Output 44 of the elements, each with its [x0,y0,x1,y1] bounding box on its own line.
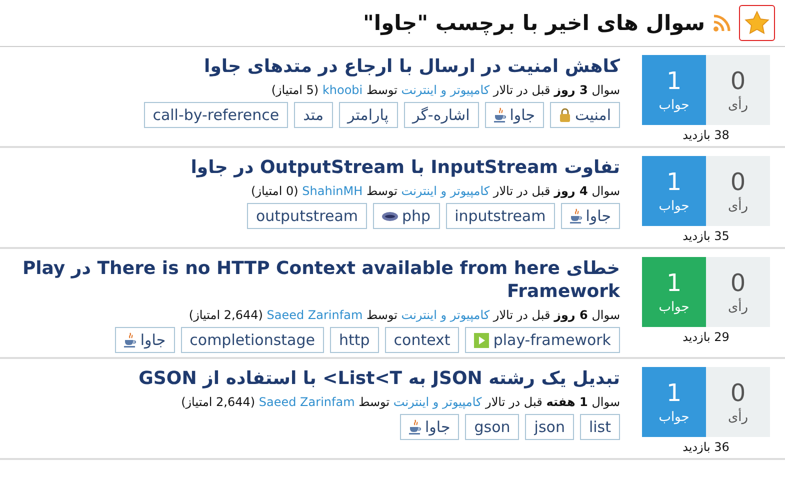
tag-link[interactable]: متد [294,102,332,128]
user-link[interactable]: ShahinMH [302,184,363,198]
question-title[interactable]: کاهش امنیت در ارسال با ارجاع در متدهای جاوا [10,55,620,78]
coffee-cup-icon [570,208,582,224]
category-link[interactable]: کامپیوتر و اینترنت [401,184,490,198]
user-link[interactable]: Saeed Zarinfam [266,308,363,322]
view-count: 36 بازدید [682,440,730,454]
tag-link[interactable]: php [373,203,440,229]
view-count: 29 بازدید [682,330,730,344]
question-title[interactable]: تفاوت InputStream با OutputStream در جاوا [10,156,620,179]
coffee-cup-icon [124,332,136,348]
user-link[interactable]: Saeed Zarinfam [258,395,355,409]
tag-link[interactable]: امنیت [550,102,620,128]
play-icon [474,332,490,348]
category-link[interactable]: کامپیوتر و اینترنت [401,308,490,322]
tag-link[interactable]: جاوا [115,327,175,353]
page-title: سوال های اخیر با برچسب "جاوا" [362,11,705,35]
tag-link[interactable]: play-framework [465,327,620,353]
tag-link[interactable]: gson [465,414,520,440]
tag-link[interactable]: اشاره-گر [404,102,479,128]
tag-link[interactable]: outputstream [246,203,368,229]
tag-link[interactable]: list [580,414,620,440]
view-count: 38 بازدید [682,128,730,142]
tag-link[interactable]: completionstage [180,327,324,353]
tag-link[interactable]: پارامتر [338,102,398,128]
question-title[interactable]: خطای There is no HTTP Context available from here در Play Framework [10,257,620,303]
tag-link[interactable]: جاوا [400,414,460,440]
view-count: 35 بازدید [682,229,730,243]
coffee-cup-icon [494,107,506,123]
user-link[interactable]: khoobi [322,83,363,97]
php-logo-icon [382,212,398,220]
tag-link[interactable]: call-by-reference [144,102,288,128]
coffee-cup-icon [409,419,421,435]
tag-link[interactable]: جاوا [484,102,544,128]
question-title[interactable]: تبدیل یک رشته JSON به List<T> با استفاده از GSON [10,367,620,390]
tag-link[interactable]: inputstream [446,203,555,229]
tag-link[interactable]: جاوا [560,203,620,229]
tag-link[interactable]: context [384,327,460,353]
lock-icon [559,108,572,122]
category-link[interactable]: کامپیوتر و اینترنت [393,395,482,409]
category-link[interactable]: کامپیوتر و اینترنت [401,83,490,97]
tag-link[interactable]: json [525,414,574,440]
tag-link[interactable]: http [330,327,379,353]
favorite-button[interactable] [739,5,775,41]
